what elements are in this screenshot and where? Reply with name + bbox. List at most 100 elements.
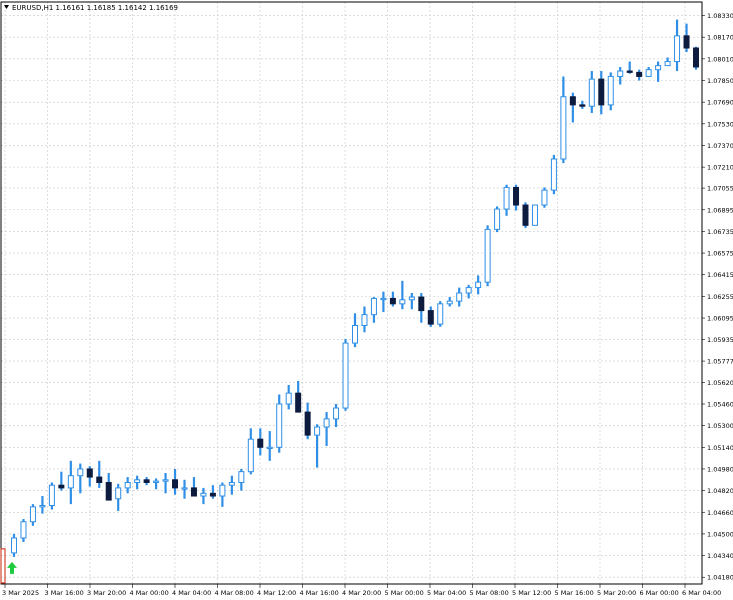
candle-body-up bbox=[607, 75, 614, 106]
candle bbox=[437, 301, 444, 327]
price-tick-label: 1.08170 bbox=[707, 34, 733, 42]
candle-body-down bbox=[636, 71, 643, 77]
candle-body-up bbox=[134, 479, 141, 483]
candle-body-up bbox=[645, 69, 652, 77]
time-tick-label: 4 Mar 12:00 bbox=[257, 589, 296, 597]
candle-body-up bbox=[655, 65, 662, 71]
candle-body-up bbox=[285, 392, 292, 405]
time-tick-label: 3 Mar 2025 bbox=[2, 589, 39, 597]
candle-body-up bbox=[247, 438, 254, 473]
chart-header: EURUSD,H1 1.16161 1.16185 1.16142 1.1616… bbox=[4, 4, 178, 12]
candle-body-up bbox=[494, 208, 501, 230]
candle bbox=[541, 187, 548, 208]
candle-body-down bbox=[304, 411, 311, 436]
chart-background bbox=[0, 0, 733, 600]
time-tick-label: 5 Mar 08:00 bbox=[470, 589, 509, 597]
price-tick-label: 1.07530 bbox=[707, 120, 733, 128]
candle-body-up bbox=[380, 297, 387, 301]
price-tick-label: 1.05300 bbox=[707, 422, 733, 430]
time-tick-label: 4 Mar 08:00 bbox=[215, 589, 254, 597]
price-tick-label: 1.08330 bbox=[707, 12, 733, 20]
candle bbox=[550, 154, 557, 195]
candle-body-down bbox=[96, 476, 103, 483]
candle-body-up bbox=[162, 479, 169, 482]
candle-body-up bbox=[115, 487, 122, 500]
candle-body-up bbox=[153, 480, 160, 483]
candle-body-down bbox=[58, 484, 65, 489]
candle-body-down bbox=[295, 392, 302, 413]
candle-body-down bbox=[389, 297, 396, 305]
candle-body-up bbox=[674, 35, 681, 63]
candle-body-up bbox=[531, 204, 538, 226]
candle-body-up bbox=[503, 186, 510, 210]
candle bbox=[607, 72, 614, 111]
time-tick-label: 4 Mar 00:00 bbox=[130, 589, 169, 597]
candle-body-up bbox=[465, 287, 472, 294]
candle-body-up bbox=[352, 324, 358, 344]
candle-body-up bbox=[124, 481, 131, 489]
candle-body-up bbox=[342, 342, 349, 409]
candle-body-up bbox=[29, 506, 36, 523]
candle bbox=[531, 204, 538, 226]
candle-body-up bbox=[67, 475, 74, 489]
header-symbol-ohlc: EURUSD,H1 1.16161 1.16185 1.16142 1.1616… bbox=[12, 4, 178, 12]
price-tick-label: 1.05620 bbox=[707, 379, 733, 387]
candle-body-up bbox=[399, 299, 406, 305]
price-tick-label: 1.04660 bbox=[707, 509, 733, 517]
candle-body-up bbox=[550, 158, 557, 191]
candle-body-up bbox=[484, 228, 491, 283]
time-tick-label: 6 Mar 00:00 bbox=[640, 589, 679, 597]
candle-body-up bbox=[219, 484, 226, 497]
candle-body-up bbox=[238, 471, 245, 483]
price-tick-label: 1.05460 bbox=[707, 400, 733, 408]
price-tick-label: 1.08010 bbox=[707, 55, 733, 63]
candle-body-down bbox=[105, 481, 112, 501]
price-tick-label: 1.06895 bbox=[707, 206, 733, 214]
candle-body-up bbox=[20, 521, 27, 539]
candle-body-down bbox=[569, 96, 576, 106]
candle-body-up bbox=[475, 281, 482, 289]
candle-body-up bbox=[456, 292, 463, 302]
candle-body-up bbox=[200, 492, 207, 497]
time-tick-label: 5 Mar 20:00 bbox=[597, 589, 636, 597]
candle-body-up bbox=[361, 314, 368, 326]
candle-body-up bbox=[77, 468, 84, 477]
candle-body-down bbox=[683, 35, 690, 49]
candle-body-down bbox=[190, 487, 197, 497]
price-tick-label: 1.06575 bbox=[707, 250, 733, 258]
candle-body-up bbox=[446, 300, 453, 305]
chart-canvas[interactable]: 1.08330 1.08170 1.08010 1.07850 1.07690 1.075… bbox=[0, 0, 733, 600]
price-tick-label: 1.07370 bbox=[707, 142, 733, 150]
candle-body-up bbox=[314, 426, 321, 436]
candle-body-down bbox=[598, 78, 605, 106]
candle-body-up bbox=[181, 487, 188, 490]
price-tick-label: 1.07055 bbox=[707, 185, 733, 193]
candle-body-down bbox=[86, 468, 93, 478]
candle-body-up bbox=[48, 484, 55, 506]
candle-body-up bbox=[408, 296, 415, 301]
time-tick-label: 5 Mar 12:00 bbox=[512, 589, 551, 597]
price-tick-label: 1.04820 bbox=[707, 487, 733, 495]
candle-body-down bbox=[693, 47, 699, 68]
time-tick-label: 5 Mar 00:00 bbox=[385, 589, 424, 597]
candle bbox=[48, 482, 55, 510]
candle-body-down bbox=[522, 204, 529, 226]
candle-body-down bbox=[418, 296, 425, 312]
price-tick-label: 1.05777 bbox=[707, 358, 733, 366]
time-tick-label: 3 Mar 20:00 bbox=[87, 589, 126, 597]
candle-body-up bbox=[437, 303, 444, 325]
time-tick-label: 4 Mar 04:00 bbox=[172, 589, 211, 597]
candle-body-down bbox=[172, 479, 179, 489]
candle-body-up bbox=[39, 504, 46, 508]
time-tick-label: 6 Mar 04:00 bbox=[682, 589, 721, 597]
candle bbox=[693, 46, 699, 70]
candle bbox=[522, 202, 529, 229]
time-tick-label: 5 Mar 04:00 bbox=[427, 589, 466, 597]
candle bbox=[342, 339, 349, 411]
candle-body-up bbox=[617, 70, 624, 77]
price-tick-label: 1.04500 bbox=[707, 530, 733, 538]
price-tick-label: 1.07690 bbox=[707, 99, 733, 107]
time-tick-label: 3 Mar 16:00 bbox=[45, 589, 84, 597]
candle-body-up bbox=[323, 418, 330, 428]
candle-body-up bbox=[370, 297, 377, 316]
